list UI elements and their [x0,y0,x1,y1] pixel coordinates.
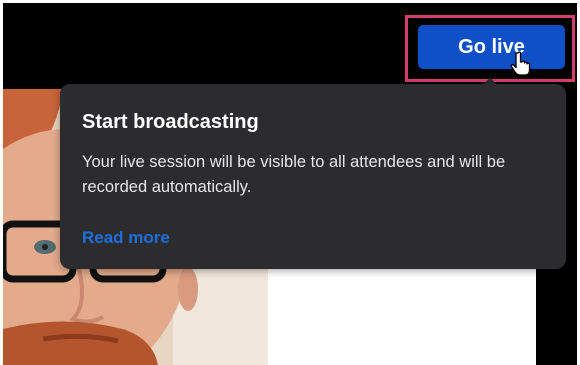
popover-title: Start broadcasting [82,111,259,133]
go-live-button[interactable]: Go live [418,25,565,69]
popover-description: Your live session will be visible to all… [82,153,506,196]
start-broadcasting-popover: Start broadcasting Your live session wil… [60,84,566,269]
read-more-link[interactable]: Read more [82,228,170,248]
hand-pointer-icon [510,51,531,76]
app-stage: Go live Start broadcasting Your live ses… [0,0,580,365]
